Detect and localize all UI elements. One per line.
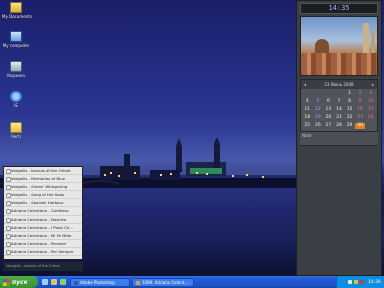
calendar-day[interactable]: 25: [302, 123, 313, 129]
taskbar-button-player[interactable]: 1089. Adriano Celent...: [132, 277, 194, 287]
playlist-item[interactable]: Adriano Celentano - Mi Fa Male: [4, 232, 82, 240]
calendar-day[interactable]: 28: [334, 123, 345, 129]
documents-folder-icon: [10, 2, 22, 13]
calendar-day[interactable]: 24: [365, 115, 376, 121]
trash-bin-icon: [10, 61, 22, 72]
calendar-day[interactable]: 12: [313, 107, 324, 113]
playlist-item[interactable]: Vangelis - Song of the Seas: [4, 191, 82, 200]
task-label: Adobe Photoshop: [80, 279, 115, 285]
folder-icon: [10, 122, 22, 133]
calendar-note[interactable]: Note: [300, 132, 378, 146]
quick-launch-media-icon[interactable]: [60, 279, 66, 285]
rech-folder-icon[interactable]: Rech: [2, 122, 30, 139]
computer-monitor-icon: [10, 31, 22, 42]
prev-month-arrow-icon[interactable]: ◂: [304, 82, 306, 87]
system-tray: 14:36: [336, 276, 384, 288]
desktop-icon-label: IE: [14, 103, 18, 108]
calendar-day[interactable]: 8: [344, 99, 355, 105]
calendar-day[interactable]: 2: [355, 91, 366, 97]
calendar-day[interactable]: 22: [344, 115, 355, 121]
now-playing-bar: Vangelis - Islands of the Orient: [3, 262, 83, 271]
calendar-day[interactable]: 20: [323, 115, 334, 121]
quick-launch-desktop-icon[interactable]: [51, 279, 57, 285]
calendar-day[interactable]: 18: [302, 115, 313, 121]
calendar-day[interactable]: 21: [334, 115, 345, 121]
playlist-item[interactable]: Adriano Celentano - Confesso: [4, 207, 82, 216]
playlist-item[interactable]: Adriano Celentano - Deserto: [4, 216, 82, 224]
calendar-day[interactable]: 14: [334, 107, 345, 113]
calendar-day-today[interactable]: 30: [354, 123, 366, 129]
taskbar-button-photoshop[interactable]: Adobe Photoshop: [70, 277, 130, 287]
tray-antivirus-icon[interactable]: [360, 280, 365, 284]
tray-volume-icon[interactable]: [354, 280, 359, 284]
calendar-day[interactable]: 4: [302, 99, 313, 105]
desktop-icon-label: Корзина: [7, 73, 25, 78]
calendar-day[interactable]: [313, 91, 324, 97]
calendar-day[interactable]: 26: [313, 123, 324, 129]
playlist-item[interactable]: Vangelis - Sirens' Whispering: [4, 183, 82, 192]
playlist-item[interactable]: Adriano Celentano - I Passi Ch...: [4, 224, 82, 232]
calendar-day[interactable]: 9: [355, 99, 366, 105]
calendar-day[interactable]: 6: [323, 99, 334, 105]
calendar-day[interactable]: 16: [355, 107, 366, 113]
player-icon: [136, 280, 140, 285]
calendar-day[interactable]: 10: [365, 99, 376, 105]
calendar-month-label: 23 Июнь 2008: [324, 82, 354, 87]
clock-display: 14:35: [300, 3, 378, 14]
calendar-day[interactable]: 27: [323, 123, 334, 129]
task-label: 1089. Adriano Celent...: [142, 279, 189, 285]
desktop-icon-label: My Documents: [2, 14, 32, 19]
calendar-day[interactable]: [365, 123, 376, 129]
note-label: Note: [302, 133, 312, 138]
sidebar-widget: 14:35 ◂ 23 Июнь 2008 ▸ 1 2 3 4 5 6 7 8 9…: [296, 0, 382, 276]
start-button[interactable]: пуск: [0, 276, 38, 288]
calendar-day[interactable]: 19: [313, 115, 324, 121]
calendar-day[interactable]: 23: [355, 115, 366, 121]
start-label: пуск: [12, 278, 28, 286]
calendar-day[interactable]: 29: [344, 123, 355, 129]
calendar-day[interactable]: 17: [365, 107, 376, 113]
calendar-day[interactable]: 5: [313, 99, 324, 105]
recycle-bin-icon[interactable]: Корзина: [2, 61, 30, 78]
quick-launch: [42, 279, 66, 285]
quick-launch-ie-icon[interactable]: [42, 279, 48, 285]
playlist-item[interactable]: Vangelis - Spanish Harbour: [4, 199, 82, 208]
tray-network-icon[interactable]: [348, 280, 353, 284]
calendar-day[interactable]: 11: [302, 107, 313, 113]
my-computer-icon[interactable]: My computer: [2, 31, 30, 48]
internet-explorer-icon[interactable]: IE: [2, 91, 30, 108]
calendar-day[interactable]: 7: [334, 99, 345, 105]
calendar-day[interactable]: [334, 91, 345, 97]
calendar-day[interactable]: 13: [323, 107, 334, 113]
calendar: ◂ 23 Июнь 2008 ▸ 1 2 3 4 5 6 7 8 9 10 11: [300, 79, 378, 132]
calendar-header: ◂ 23 Июнь 2008 ▸: [301, 80, 377, 89]
tray-clock[interactable]: 14:36: [368, 280, 381, 285]
music-playlist[interactable]: Vangelis - Islands of the Orient Vangeli…: [3, 166, 83, 260]
photoshop-icon: [74, 280, 78, 285]
playlist-item[interactable]: Vangelis - Islands of the Orient: [4, 167, 82, 176]
calendar-day[interactable]: 15: [344, 107, 355, 113]
calendar-day[interactable]: 1: [344, 91, 355, 97]
ie-globe-icon: [10, 91, 22, 102]
photo-slideshow[interactable]: [300, 16, 378, 76]
desktop: My Documents My computer Корзина IE Rech…: [0, 0, 384, 276]
calendar-grid: 1 2 3 4 5 6 7 8 9 10 11 12 13 14 15 16 1…: [301, 89, 377, 131]
calendar-day[interactable]: 3: [365, 91, 376, 97]
desktop-icon-label: Rech: [11, 134, 21, 139]
playlist-item[interactable]: Vangelis - Memories of Blue: [4, 175, 82, 184]
playlist-item[interactable]: Adriano Celentano - Pensieri: [4, 240, 82, 248]
taskbar: пуск Adobe Photoshop 1089. Adriano Celen…: [0, 276, 384, 288]
next-month-arrow-icon[interactable]: ▸: [372, 82, 374, 87]
calendar-day[interactable]: [302, 91, 313, 97]
my-documents-icon[interactable]: My Documents: [2, 2, 32, 19]
photo-dome: [315, 39, 329, 53]
photo-roofs: [301, 53, 377, 75]
playlist-item[interactable]: Adriano Celentano - Per Sempre: [4, 248, 82, 257]
desktop-icon-label: My computer: [2, 43, 30, 48]
calendar-day[interactable]: [323, 91, 334, 97]
windows-flag-icon: [3, 278, 10, 286]
